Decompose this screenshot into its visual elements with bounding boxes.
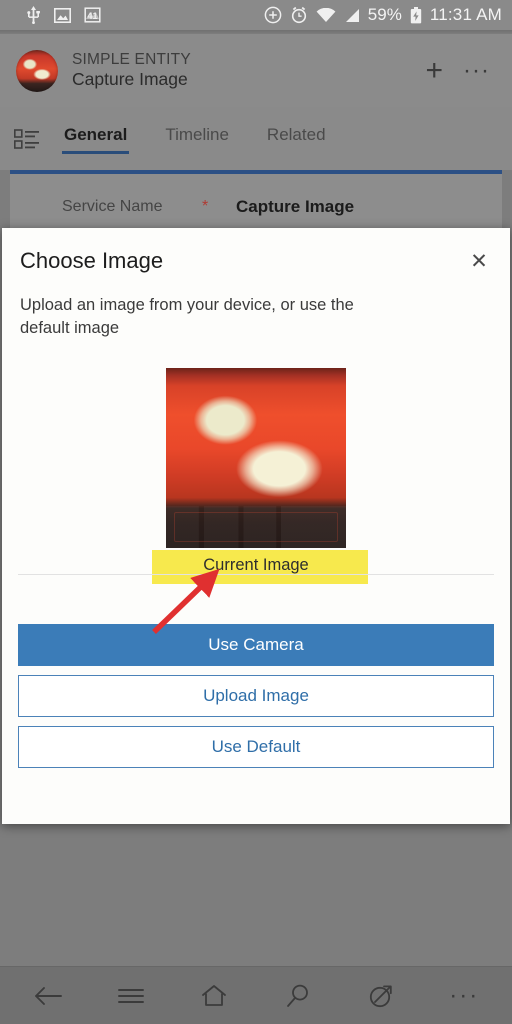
phone-screen: 41 59% 11:31 AM SIMPLE ENTITY Capture Im… bbox=[0, 0, 512, 1024]
more-icon-label: ··· bbox=[449, 981, 480, 1009]
image-lower-outline bbox=[174, 511, 338, 542]
current-image-caption-row: Current Image bbox=[2, 549, 510, 584]
use-camera-button[interactable]: Use Camera bbox=[18, 624, 494, 666]
menu-icon[interactable] bbox=[103, 974, 159, 1018]
arrow-annotation bbox=[152, 568, 220, 634]
choose-image-dialog: Choose Image ✕ Upload an image from your… bbox=[2, 228, 510, 824]
bottom-nav-bar: ··· bbox=[0, 966, 512, 1024]
current-image-preview[interactable] bbox=[166, 367, 346, 548]
current-image-preview-wrap bbox=[2, 367, 510, 548]
close-icon[interactable]: ✕ bbox=[466, 248, 492, 274]
use-default-button[interactable]: Use Default bbox=[18, 726, 494, 768]
upload-image-button[interactable]: Upload Image bbox=[18, 675, 494, 717]
home-icon[interactable] bbox=[186, 974, 242, 1018]
dialog-header: Choose Image ✕ bbox=[2, 228, 510, 274]
dialog-description: Upload an image from your device, or use… bbox=[20, 296, 354, 338]
share-icon[interactable] bbox=[353, 974, 409, 1018]
dialog-actions: Use Camera Upload Image Use Default bbox=[18, 624, 494, 777]
dialog-title: Choose Image bbox=[20, 248, 164, 273]
back-icon[interactable] bbox=[20, 974, 76, 1018]
dialog-divider bbox=[18, 574, 494, 575]
search-icon[interactable] bbox=[270, 974, 326, 1018]
more-icon[interactable]: ··· bbox=[436, 974, 492, 1018]
current-image-caption: Current Image bbox=[203, 555, 309, 574]
